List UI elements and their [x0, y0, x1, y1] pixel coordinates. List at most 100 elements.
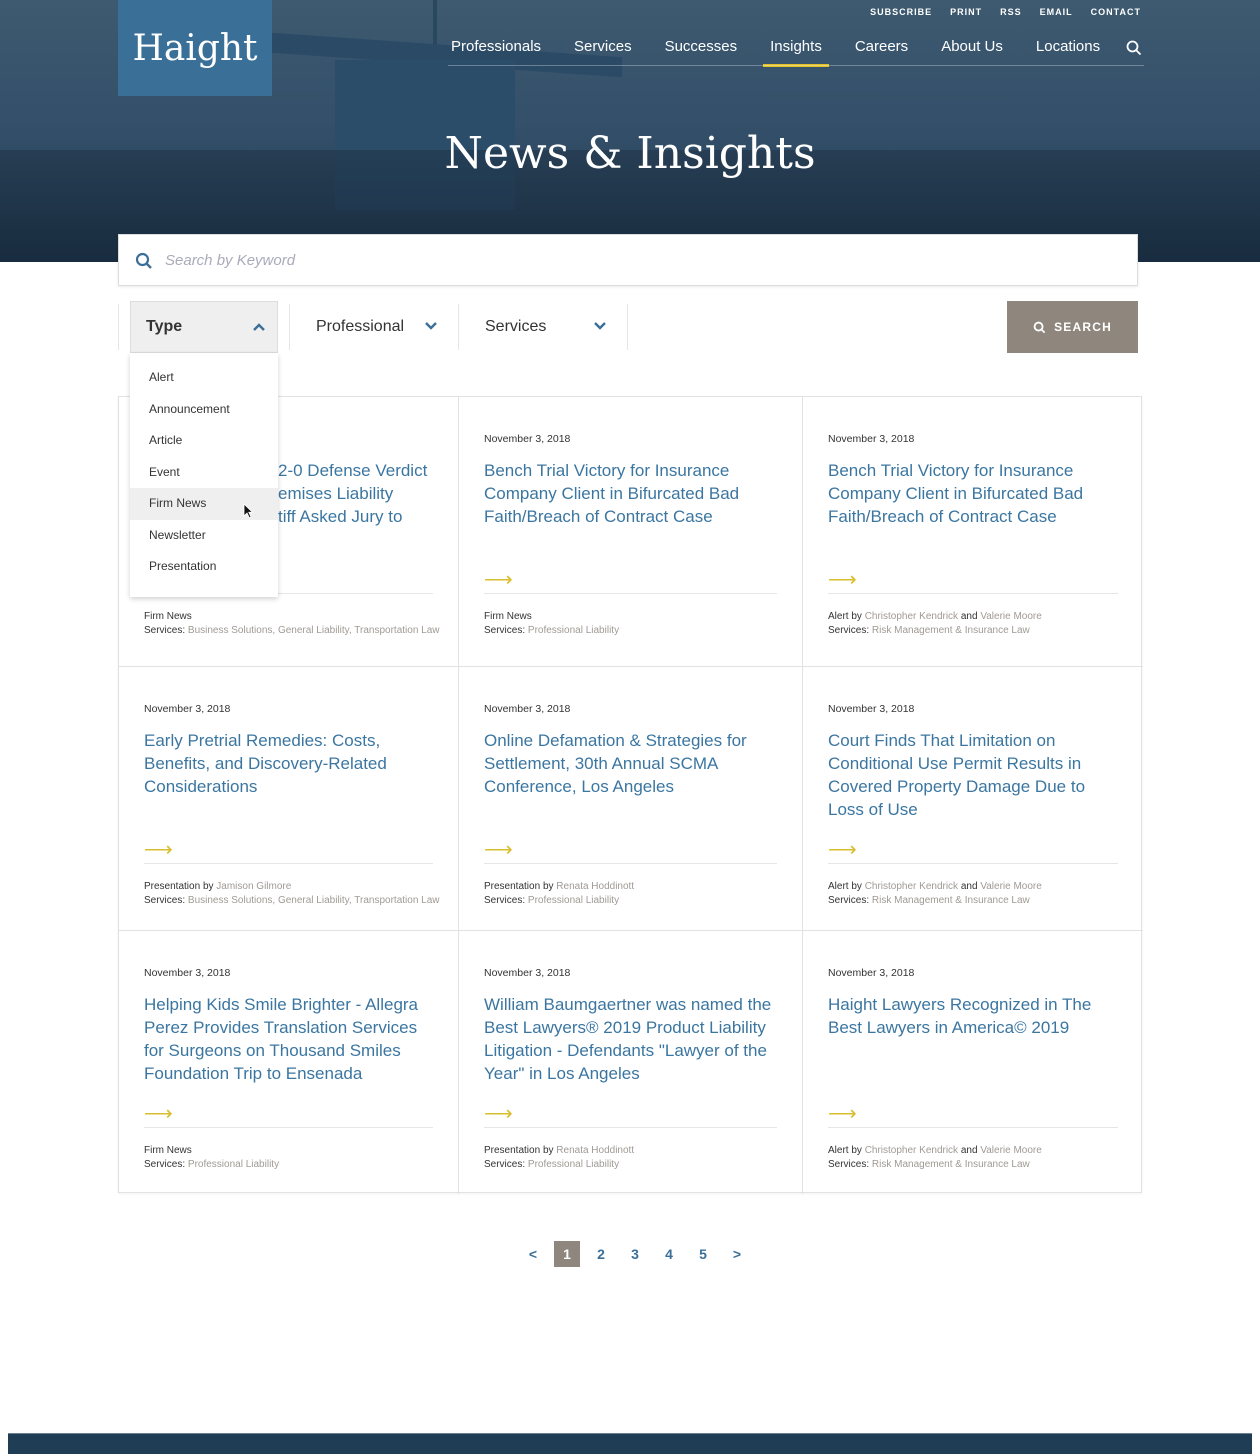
search-input[interactable] [165, 247, 1065, 273]
pagination-page-3[interactable]: 3 [618, 1246, 652, 1262]
services-label: Services: [144, 625, 186, 636]
insight-card[interactable]: November 3, 2018 Online Defamation & Stra… [459, 667, 803, 931]
type-option-article[interactable]: Article [130, 425, 278, 457]
services-label: Services: [484, 1159, 526, 1170]
insight-card[interactable]: November 3, 2018 Helping Kids Smile Brigh… [119, 931, 459, 1194]
card-services[interactable]: Risk Management & Insurance Law [872, 625, 1030, 636]
utility-subscribe[interactable]: SUBSCRIBE [870, 7, 932, 17]
card-services[interactable]: Risk Management & Insurance Law [872, 1159, 1030, 1170]
card-title[interactable]: Bench Trial Victory for Insurance Compan… [828, 459, 1118, 528]
card-divider [484, 593, 777, 594]
card-date: November 3, 2018 [484, 703, 571, 715]
page-title: News & Insights [444, 128, 816, 179]
type-option-alert[interactable]: Alert [130, 362, 278, 394]
card-type: Presentation [144, 881, 201, 892]
by-label: by [851, 611, 862, 622]
pagination-page-4[interactable]: 4 [652, 1246, 686, 1262]
card-services[interactable]: Professional Liability [528, 1159, 619, 1170]
arrow-right-icon[interactable]: ⟶ [484, 1101, 513, 1126]
card-divider [484, 863, 777, 864]
arrow-right-icon[interactable]: ⟶ [144, 1101, 173, 1126]
type-option-event[interactable]: Event [130, 457, 278, 489]
card-divider [828, 863, 1118, 864]
insight-card[interactable]: November 3, 2018 Haight Lawyers Recognize… [803, 931, 1143, 1194]
card-title[interactable]: Haight Lawyers Recognized in The Best La… [828, 993, 1118, 1039]
card-author[interactable]: Christopher Kendrick [865, 1145, 958, 1156]
arrow-right-icon[interactable]: ⟶ [484, 567, 513, 592]
nav-professionals[interactable]: Professionals [451, 38, 541, 55]
card-title[interactable]: Helping Kids Smile Brighter - Allegra Pe… [144, 993, 434, 1085]
card-type: Alert [828, 611, 849, 622]
arrow-right-icon[interactable]: ⟶ [144, 837, 173, 862]
card-services[interactable]: Professional Liability [528, 625, 619, 636]
card-author[interactable]: Valerie Moore [980, 881, 1042, 892]
card-services[interactable]: Business Solutions, General Liability, T… [188, 625, 440, 636]
utility-rss[interactable]: RSS [1000, 7, 1022, 17]
services-label: Services: [828, 895, 870, 906]
card-title[interactable]: Early Pretrial Remedies: Costs, Benefits… [144, 729, 434, 798]
pagination-page-5[interactable]: 5 [686, 1246, 720, 1262]
nav-careers[interactable]: Careers [855, 38, 908, 55]
professional-filter[interactable]: Professional [290, 301, 458, 353]
utility-email[interactable]: EMAIL [1040, 7, 1073, 17]
professional-filter-label: Professional [316, 318, 405, 335]
type-option-newsletter[interactable]: Newsletter [130, 520, 278, 552]
card-meta: Alert by Christopher Kendrick and Valeri… [828, 1144, 1128, 1172]
card-title[interactable]: William Baumgaertner was named the Best … [484, 993, 774, 1085]
nav-about-us[interactable]: About Us [941, 38, 1003, 55]
arrow-right-icon[interactable]: ⟶ [828, 567, 857, 592]
search-button[interactable]: SEARCH [1007, 301, 1138, 353]
card-author[interactable]: Christopher Kendrick [865, 611, 958, 622]
card-services[interactable]: Professional Liability [188, 1159, 279, 1170]
keyword-search [118, 234, 1138, 286]
utility-print[interactable]: PRINT [950, 7, 982, 17]
insight-card[interactable]: November 3, 2018 Bench Trial Victory for … [803, 397, 1143, 667]
card-author[interactable]: Valerie Moore [980, 1145, 1042, 1156]
card-author[interactable]: Christopher Kendrick [865, 881, 958, 892]
type-option-presentation[interactable]: Presentation [130, 551, 278, 583]
card-type: Presentation [484, 881, 541, 892]
card-meta: Presentation by Renata Hoddinott Services… [484, 880, 784, 908]
pagination-prev[interactable]: < [516, 1246, 550, 1262]
type-filter[interactable]: Type [130, 301, 278, 353]
pagination-page-2[interactable]: 2 [584, 1246, 618, 1262]
nav-insights[interactable]: Insights [763, 38, 829, 67]
insight-card[interactable]: November 3, 2018 Bench Trial Victory for … [459, 397, 803, 667]
pagination-next[interactable]: > [720, 1246, 754, 1262]
utility-links: SUBSCRIBE PRINT RSS EMAIL CONTACT [870, 7, 1141, 17]
card-title[interactable]: Court Finds That Limitation on Condition… [828, 729, 1118, 821]
card-meta: Firm News Services: Business Solutions, G… [144, 610, 444, 638]
card-author[interactable]: Renata Hoddinott [556, 881, 634, 892]
card-author[interactable]: Renata Hoddinott [556, 1145, 634, 1156]
services-filter[interactable]: Services [459, 301, 627, 353]
by-label: by [202, 881, 214, 892]
arrow-right-icon[interactable]: ⟶ [828, 837, 857, 862]
insight-card[interactable]: November 3, 2018 Court Finds That Limitat… [803, 667, 1143, 931]
card-type: Alert [828, 881, 849, 892]
nav-locations[interactable]: Locations [1036, 38, 1100, 55]
services-filter-label: Services [485, 318, 547, 335]
nav-services[interactable]: Services [574, 38, 632, 55]
type-option-firm-news[interactable]: Firm News [130, 488, 278, 520]
card-services[interactable]: Risk Management & Insurance Law [872, 895, 1030, 906]
arrow-right-icon[interactable]: ⟶ [484, 837, 513, 862]
logo[interactable]: Haight [118, 0, 272, 96]
card-services[interactable]: Professional Liability [528, 895, 619, 906]
nav-successes[interactable]: Successes [665, 38, 738, 55]
chevron-down-icon [425, 322, 437, 330]
card-author[interactable]: Jamison Gilmore [216, 881, 291, 892]
card-title[interactable]: Bench Trial Victory for Insurance Compan… [484, 459, 774, 528]
type-option-announcement[interactable]: Announcement [130, 394, 278, 426]
pagination-page-1[interactable]: 1 [554, 1241, 580, 1267]
insight-card[interactable]: November 3, 2018 Early Pretrial Remedies:… [119, 667, 459, 931]
search-icon [1033, 321, 1046, 333]
card-title[interactable]: Online Defamation & Strategies for Settl… [484, 729, 774, 798]
insight-card[interactable]: November 3, 2018 William Baumgaertner was… [459, 931, 803, 1194]
card-author[interactable]: Valerie Moore [980, 611, 1042, 622]
card-services[interactable]: Business Solutions, General Liability, T… [188, 895, 440, 906]
type-filter-label: Type [146, 318, 183, 335]
and-label: and [960, 881, 978, 892]
search-icon[interactable] [1126, 40, 1142, 56]
arrow-right-icon[interactable]: ⟶ [828, 1101, 857, 1126]
utility-contact[interactable]: CONTACT [1091, 7, 1141, 17]
